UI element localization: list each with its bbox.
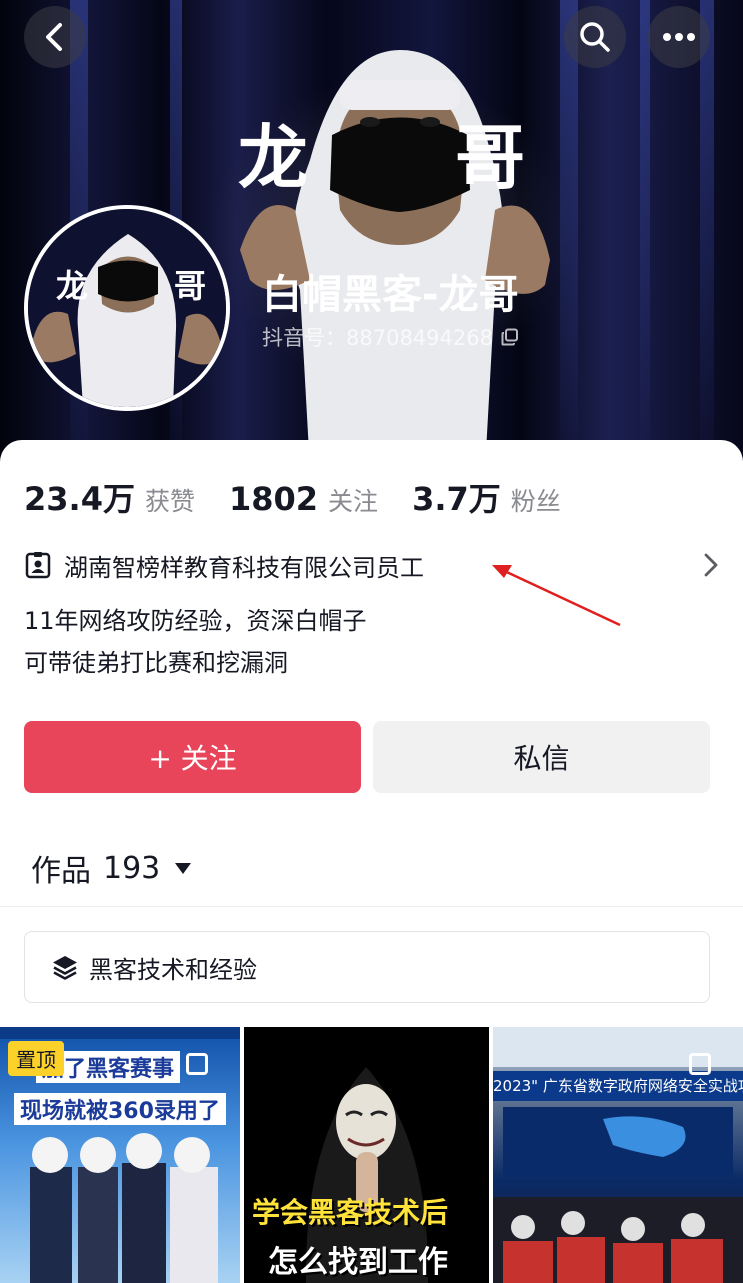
douyin-id: 抖音号：88708494268 [262,326,493,350]
company-text: 湖南智榜样教育科技有限公司员工 [64,553,424,582]
checkbox-icon [689,1053,711,1075]
banner-title-left: 龙 [238,117,310,199]
avatar[interactable]: 龙 哥 [24,205,230,411]
avatar-text-left: 龙 [56,267,89,305]
search-button[interactable] [564,6,626,68]
works-tab[interactable]: 作品 193 [31,846,192,890]
video-caption-top: 2023" 广东省数字政府网络安全实战攻防 [493,1077,743,1095]
likes-count: 23.4万 [24,480,135,518]
works-label: 作品 [31,854,91,889]
bio: 11年网络攻防经验，资深白帽子 可带徒弟打比赛和挖漏洞 [24,600,367,684]
video-thumbnail[interactable]: 2023" 广东省数字政府网络安全实战攻防 [493,1027,743,1283]
video-thumbnail[interactable]: 学会黑客技术后 怎么找到工作 [244,1027,489,1283]
copy-icon[interactable] [501,328,519,346]
douyin-id-row[interactable]: 抖音号：88708494268 [262,322,519,352]
chevron-left-icon [46,23,62,51]
video-caption-bottom: 怎么找到工作 [268,1245,448,1280]
stats-row: 23.4万 获赞 1802 关注 3.7万 粉丝 [24,474,595,520]
profile-banner: 龙 哥 龙 哥 白帽黑客-龙哥 抖音号：88708494268 [0,0,743,470]
collection-card[interactable]: 黑客技术和经验 [24,931,710,1003]
avatar-image [28,209,226,407]
avatar-text-right: 哥 [174,267,207,305]
divider [0,906,743,907]
back-button[interactable] [24,6,86,68]
following-label[interactable]: 关注 [328,482,378,518]
badge-icon [25,552,51,579]
banner-title-right: 哥 [455,117,527,199]
works-count: 193 [103,850,161,886]
followers-label[interactable]: 粉丝 [511,482,561,518]
bio-line-2: 可带徒弟打比赛和挖漏洞 [24,649,288,677]
follow-button[interactable]: + 关注 [24,721,361,793]
chevron-right-icon [704,553,718,577]
more-horizontal-icon [663,33,695,41]
annotation-arrow-icon [492,565,621,627]
curtain-light [640,0,650,470]
video-grid: 加了黑客赛事 现场就被360录用了 置顶 学会黑客技术后 怎么找到工作 2023… [0,1027,743,1283]
following-count[interactable]: 1802 [229,480,318,518]
video-caption-top: 学会黑客技术后 [252,1196,449,1229]
message-button[interactable]: 私信 [373,721,710,793]
profile-card: 23.4万 获赞 1802 关注 3.7万 粉丝 湖南智榜样教育科技有限公司员工… [0,440,743,1283]
video-thumbnail[interactable]: 加了黑客赛事 现场就被360录用了 置顶 [0,1027,240,1283]
bio-line-1: 11年网络攻防经验，资深白帽子 [24,607,367,635]
video-caption-bottom: 现场就被360录用了 [14,1093,226,1125]
caret-down-icon [175,863,192,874]
likes-label: 获赞 [144,487,195,516]
layers-icon [53,956,77,980]
curtain-light [560,0,578,470]
checkbox-icon [186,1053,208,1075]
search-icon [580,22,610,52]
collection-label: 黑客技术和经验 [89,955,257,984]
followers-count[interactable]: 3.7万 [412,474,501,520]
more-button[interactable] [648,6,710,68]
pinned-badge: 置顶 [8,1041,64,1076]
curtain-light [700,0,714,470]
profile-name: 白帽黑客-龙哥 [262,272,519,318]
